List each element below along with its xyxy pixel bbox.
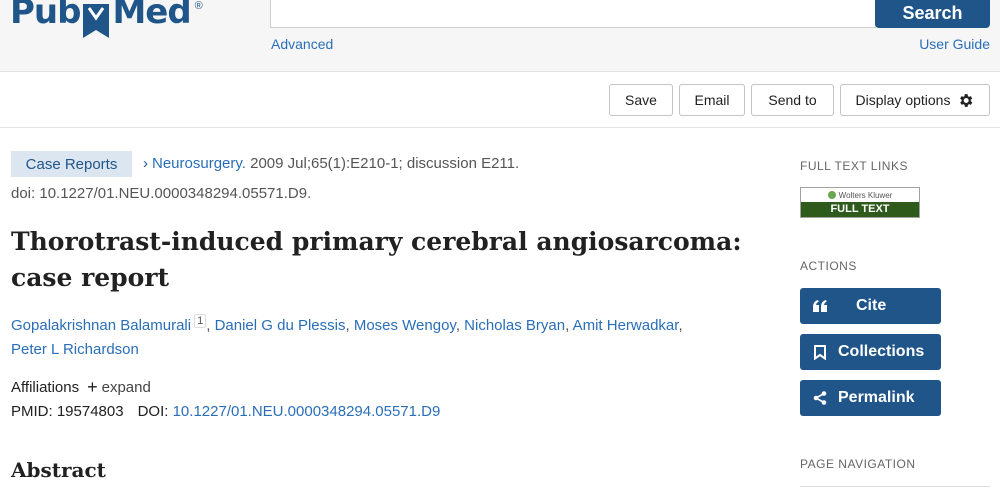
citation-line: › Neurosurgery. 2009 Jul;65(1):E210-1; di…: [143, 155, 519, 172]
affiliation-ref[interactable]: 1: [194, 314, 207, 328]
author-link[interactable]: Amit Herwadkar: [573, 317, 679, 334]
plus-icon: +: [87, 377, 98, 397]
wolters-kluwer-full-text-link[interactable]: Wolters Kluwer FULL TEXT: [800, 187, 920, 218]
author-link[interactable]: Moses Wengoy: [354, 317, 456, 334]
author-link[interactable]: Gopalakrishnan Balamurali: [11, 317, 191, 334]
share-icon: [812, 390, 828, 406]
wk-logo-icon: [827, 191, 836, 199]
author-link[interactable]: Peter L Richardson: [11, 341, 139, 358]
cite-button[interactable]: Cite: [800, 288, 941, 324]
doi-link[interactable]: 10.1227/01.NEU.0000348294.05571.D9: [173, 403, 441, 420]
article-title: Thorotrast-induced primary cerebral angi…: [11, 227, 742, 292]
author-list: Gopalakrishnan Balamurali 1, Daniel G du …: [11, 314, 683, 358]
registered-mark: ®: [194, 0, 203, 12]
display-options-button[interactable]: Display options: [840, 84, 990, 116]
send-to-button[interactable]: Send to: [751, 84, 834, 116]
expand-label: expand: [101, 379, 151, 396]
publication-type-badge[interactable]: Case Reports: [11, 151, 132, 177]
affiliations-row[interactable]: Affiliations + expand: [11, 377, 151, 398]
quote-icon: [812, 298, 828, 314]
citation-text: 2009 Jul;65(1):E210-1; discussion E211.: [245, 155, 520, 172]
user-guide-link[interactable]: User Guide: [919, 36, 990, 52]
divider: [800, 486, 990, 487]
page-navigation-heading: PAGE NAVIGATION: [800, 457, 916, 471]
wk-brand: Wolters Kluwer: [838, 190, 893, 200]
full-text-links-heading: FULL TEXT LINKS: [800, 159, 908, 173]
affiliations-label: Affiliations: [11, 379, 80, 396]
display-options-label: Display options: [855, 92, 951, 108]
site-header: Pub Med ® Search Advanced User Guide: [0, 0, 1000, 72]
email-button[interactable]: Email: [679, 84, 745, 116]
advanced-search-link[interactable]: Advanced: [271, 36, 333, 52]
bookmark-icon: [812, 344, 828, 360]
logo-text-med: Med: [112, 0, 191, 32]
chevron-right-icon: ›: [143, 155, 148, 172]
pubmed-logo[interactable]: Pub Med ®: [10, 0, 203, 38]
search-button[interactable]: Search: [875, 0, 990, 28]
bookmark-icon: [81, 0, 111, 38]
logo-text-pub: Pub: [10, 0, 81, 32]
identifiers-row: PMID: 19574803 DOI: 10.1227/01.NEU.000034…: [11, 403, 440, 420]
permalink-label: Permalink: [838, 389, 915, 406]
wk-brand-row: Wolters Kluwer: [801, 188, 919, 202]
permalink-button[interactable]: Permalink: [800, 380, 941, 416]
wk-full-text-label: FULL TEXT: [801, 202, 919, 217]
author-link[interactable]: Daniel G du Plessis: [215, 317, 346, 334]
collections-button[interactable]: Collections: [800, 334, 941, 370]
doi-line: doi: 10.1227/01.NEU.0000348294.05571.D9.: [11, 185, 312, 202]
abstract-heading: Abstract: [11, 458, 106, 482]
author-link[interactable]: Nicholas Bryan: [464, 317, 565, 334]
article-toolbar: Save Email Send to Display options: [0, 73, 1000, 128]
doi-label: DOI:: [137, 403, 173, 420]
gear-icon: [957, 92, 974, 109]
search-input[interactable]: [270, 0, 876, 28]
save-button[interactable]: Save: [609, 84, 673, 116]
actions-heading: ACTIONS: [800, 259, 857, 273]
journal-link[interactable]: Neurosurgery.: [152, 155, 246, 172]
collections-label: Collections: [838, 343, 925, 360]
pmid-text: PMID: 19574803: [11, 403, 124, 420]
cite-label: Cite: [856, 297, 887, 314]
